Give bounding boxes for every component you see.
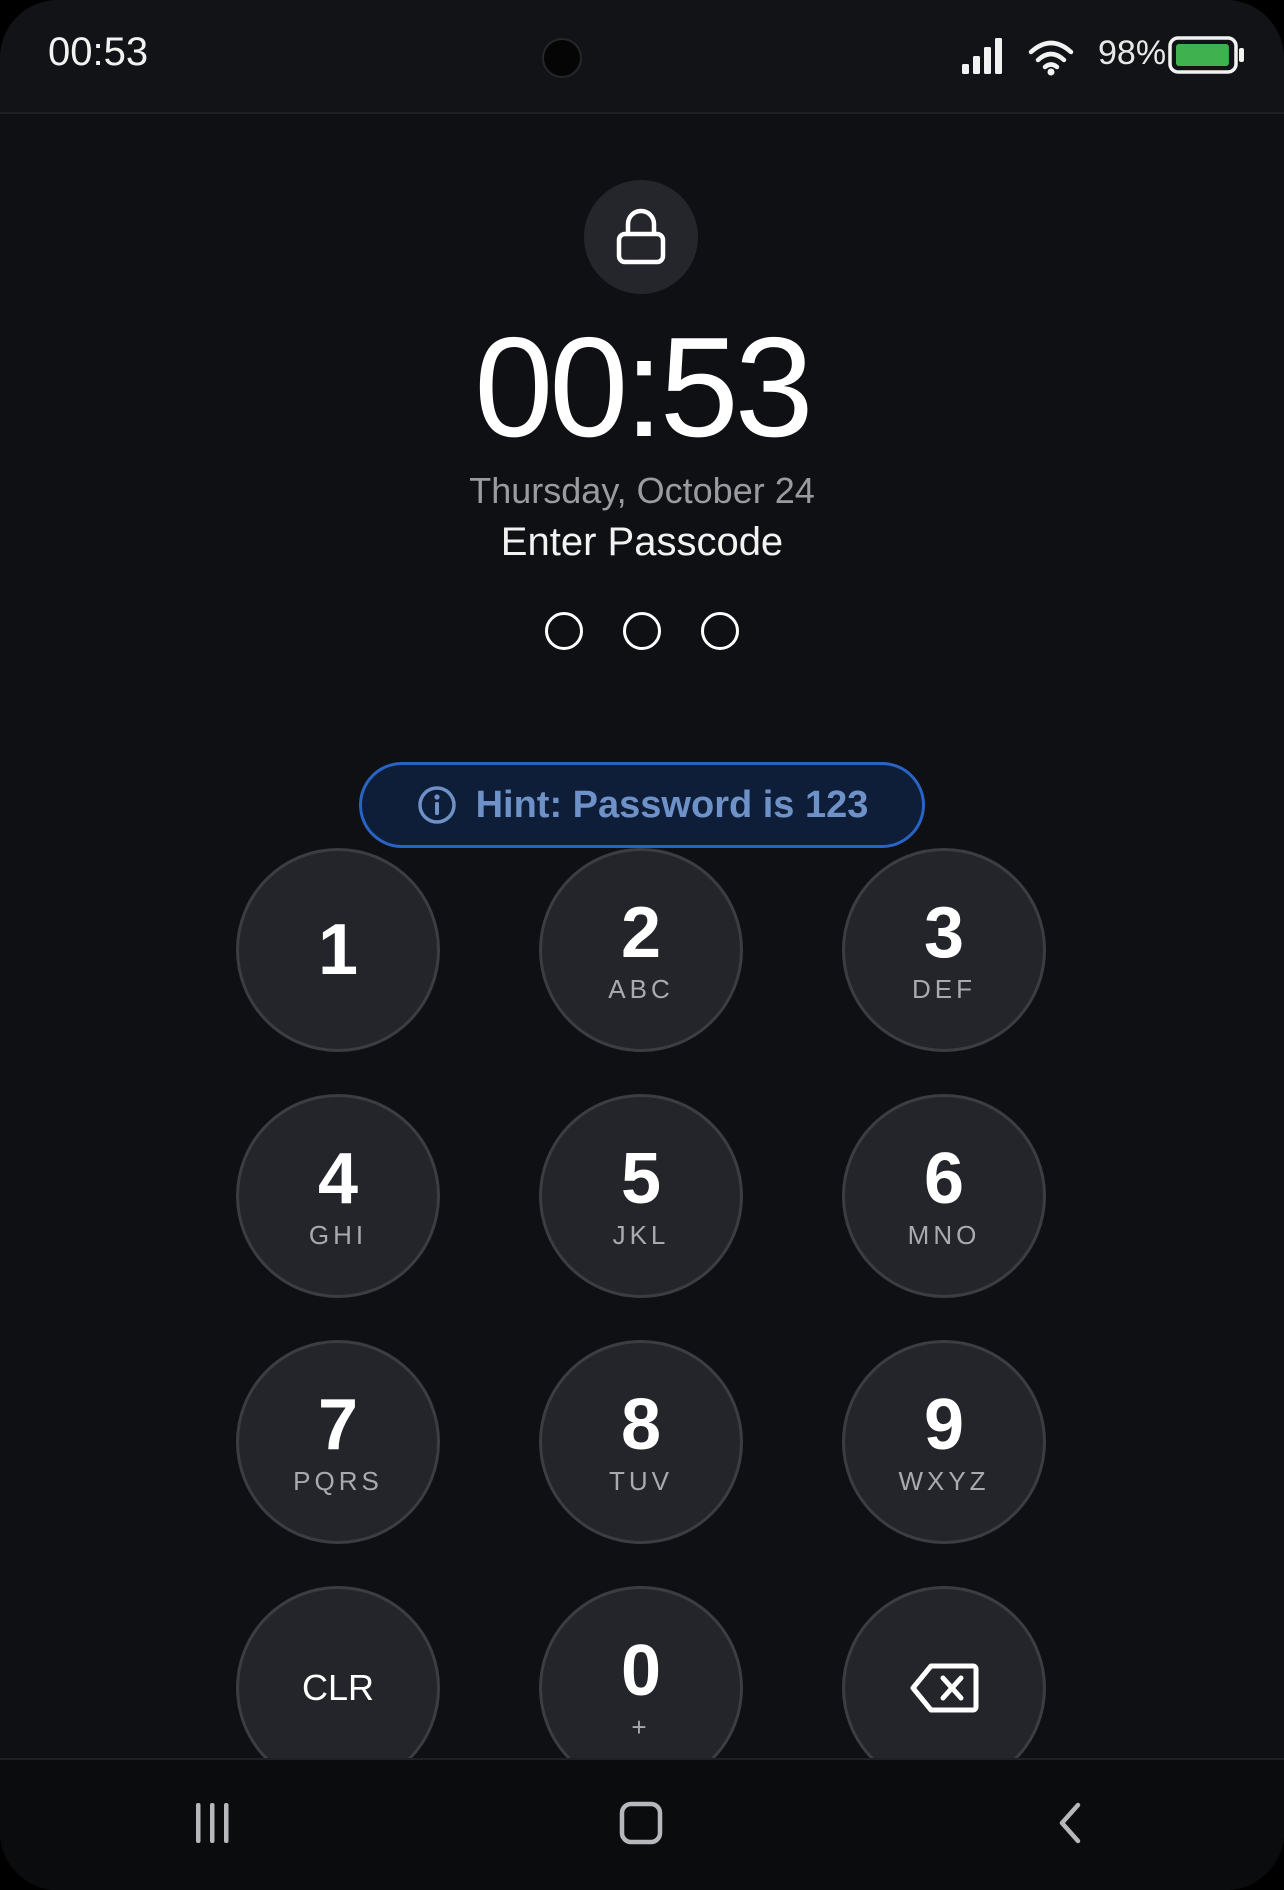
lock-date: Thursday, October 24 [469,470,815,511]
battery-icon [1168,36,1244,74]
key-4[interactable]: 4 GHI [236,1094,440,1298]
passcode-dot [623,612,661,650]
key-5[interactable]: 5 JKL [539,1094,743,1298]
key-digit: 9 [923,1384,965,1465]
front-camera [542,38,582,78]
clear-label: CLR [301,1667,375,1708]
key-8[interactable]: 8 TUV [539,1340,743,1544]
navigation-bar [0,1758,1284,1890]
key-digit: 6 [923,1138,965,1219]
key-2[interactable]: 2 ABC [539,848,743,1052]
status-bar: 00:53 98% [0,0,1284,114]
passcode-prompt: Enter Passcode [500,520,784,564]
key-1[interactable]: 1 [236,848,440,1052]
key-letters: JKL [612,1219,670,1250]
status-time: 00:53 [48,30,149,74]
key-letters: + [631,1711,651,1742]
key-digit: 4 [317,1138,359,1219]
lock-icon [616,208,666,265]
key-digit: 5 [620,1138,662,1219]
lock-clock: 00:53 [474,308,813,467]
passcode-dot [701,612,739,650]
key-letters: ABC [608,973,674,1004]
key-letters: PQRS [293,1465,383,1496]
key-letters: GHI [308,1219,368,1250]
hint-banner: Hint: Password is 123 [359,762,925,848]
lock-screen: 00:53 98% 00:53 Thursday, October 24 Ent [0,0,1284,1890]
signal-icon [962,38,1002,74]
recent-apps-icon[interactable] [192,1800,234,1846]
key-letters: MNO [907,1219,981,1250]
key-letters: TUV [609,1465,673,1496]
key-digit: 2 [620,892,662,973]
key-9[interactable]: 9 WXYZ [842,1340,1046,1544]
key-7[interactable]: 7 PQRS [236,1340,440,1544]
key-6[interactable]: 6 MNO [842,1094,1046,1298]
hint-text: Hint: Password is 123 [475,783,869,826]
key-3[interactable]: 3 DEF [842,848,1046,1052]
wifi-icon [1028,40,1074,76]
passcode-dots [0,612,1284,650]
info-icon [417,786,456,824]
key-letters: WXYZ [898,1465,990,1496]
key-digit: 1 [317,910,359,990]
passcode-dot [545,612,583,650]
home-icon[interactable] [618,1800,664,1846]
backspace-icon [910,1663,979,1713]
battery-percent: 98% [1098,34,1167,72]
lock-badge [584,180,698,294]
key-digit: 7 [317,1384,359,1465]
key-digit: 0 [620,1630,662,1711]
back-icon[interactable] [1052,1800,1088,1846]
key-digit: 3 [923,892,965,973]
key-letters: DEF [912,973,976,1004]
key-digit: 8 [620,1384,662,1465]
